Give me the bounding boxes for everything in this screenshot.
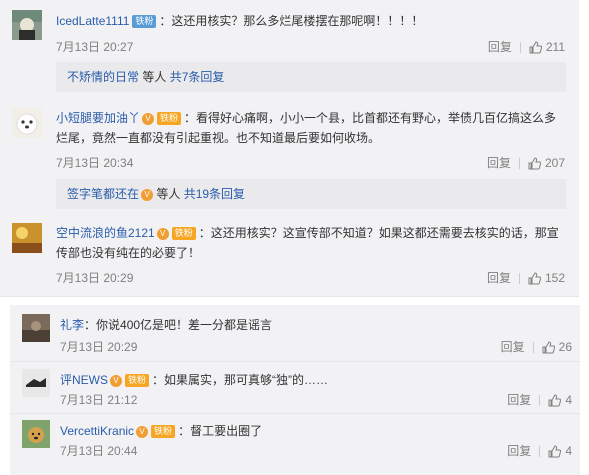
like-button[interactable]: 211 (529, 40, 565, 54)
username[interactable]: 礼李 (60, 318, 84, 332)
comment-text: ：你说400亿是吧！差一分都是谣言 (84, 318, 273, 332)
comment-header: 评NEWS V 铁粉 ：如果属实，那可真够“独”的…… (60, 371, 328, 389)
fan-badge: 铁粉 (125, 374, 150, 388)
reply-button[interactable]: 回复 (488, 40, 512, 54)
comment-item: IcedLatte1111 铁粉 ：这还用核实？那么多烂尾楼摆在那呢啊！！！！ 7月… (12, 10, 577, 55)
divider (10, 361, 580, 362)
comment-actions: 回复 26 (501, 338, 572, 355)
thumbs-up-icon (548, 445, 562, 458)
fan-badge: 铁粉 (171, 227, 196, 241)
vip-icon: V (142, 112, 155, 125)
comment-actions: 回复 4 (507, 391, 572, 408)
like-button[interactable]: 4 (548, 444, 572, 458)
reply-author[interactable]: 签字笔都还在 (67, 187, 139, 201)
comment-date: 7月13日 20:29 (56, 271, 134, 285)
thumbs-up-icon (528, 157, 541, 170)
comment-item: 空中流浪的鱼2121 V 铁粉 ：这还用核实？这宣传部不知道？如果这都还需要去核实的话… (12, 223, 577, 285)
comment-body: 小短腿要加油丫 V 铁粉 ：看得好心痛啊，小小一个县，比首都还有野心，举债几百亿搞这么… (56, 108, 566, 148)
thumbs-up-icon (529, 41, 542, 54)
avatar[interactable] (22, 420, 50, 448)
fan-badge: 铁粉 (132, 15, 157, 29)
comment-header: VercettiKranic V 铁粉 ：督工要出圈了 (60, 422, 262, 440)
reply-button[interactable]: 回复 (501, 340, 525, 354)
vip-icon: V (136, 425, 149, 438)
reply-author[interactable]: 不矫情的日常 (67, 70, 139, 84)
reply-button[interactable]: 回复 (507, 444, 531, 458)
comment-actions: 回复 211 (488, 38, 565, 55)
comment-date: 7月13日 20:27 (56, 40, 134, 54)
avatar[interactable] (12, 10, 42, 40)
comment-actions: 回复 207 (487, 154, 565, 171)
like-button[interactable]: 152 (528, 271, 565, 285)
username[interactable]: 评NEWS (60, 373, 108, 387)
fan-badge: 铁粉 (151, 425, 176, 439)
reply-summary[interactable]: 签字笔都还在 V 等人 共19条回复 (56, 179, 566, 209)
username[interactable]: 小短腿要加油丫 (56, 111, 140, 125)
reply-button[interactable]: 回复 (487, 156, 511, 170)
thumbs-up-icon (542, 341, 555, 354)
like-button[interactable]: 26 (542, 340, 572, 354)
comment-item: VercettiKranic V 铁粉 ：督工要出圈了 7月13日 20:44 回复 4 (22, 420, 572, 460)
like-count: 4 (565, 393, 572, 407)
comment-date: 7月13日 20:29 (60, 340, 138, 354)
avatar[interactable] (22, 314, 50, 342)
reply-button[interactable]: 回复 (487, 271, 511, 285)
vip-icon: V (141, 188, 154, 201)
comment-date: 7月13日 20:34 (56, 156, 134, 170)
comment-text: ：如果属实，那可真够“独”的…… (152, 373, 329, 387)
like-count: 207 (544, 156, 565, 170)
thumbs-up-icon (548, 394, 562, 407)
fan-badge: 铁粉 (157, 112, 182, 126)
username[interactable]: 空中流浪的鱼2121 (56, 226, 155, 240)
comment-actions: 回复 4 (507, 442, 572, 459)
vip-icon: V (156, 227, 169, 240)
like-count: 4 (565, 444, 572, 458)
avatar[interactable] (22, 369, 50, 397)
comment-actions: 回复 152 (487, 269, 565, 286)
comment-item: 礼李：你说400亿是吧！差一分都是谣言 7月13日 20:29 回复 26 (22, 314, 572, 354)
reply-mid: 等人 (153, 187, 184, 201)
comment-text: ：这还用核实？那么多烂尾楼摆在那呢啊！！！！ (159, 14, 424, 28)
comment-date: 7月13日 21:12 (60, 393, 138, 407)
like-count: 152 (544, 271, 565, 285)
panel-gap (0, 297, 589, 305)
vip-icon: V (110, 374, 123, 387)
reply-count[interactable]: 共19条回复 (184, 187, 245, 201)
comment-header: 礼李：你说400亿是吧！差一分都是谣言 (60, 316, 272, 334)
comment-header: IcedLatte1111 铁粉 ：这还用核实？那么多烂尾楼摆在那呢啊！！！！ (56, 12, 423, 30)
like-button[interactable]: 207 (528, 156, 565, 170)
comment-item: 小短腿要加油丫 V 铁粉 ：看得好心痛啊，小小一个县，比首都还有野心，举债几百亿搞这么… (12, 108, 577, 170)
username[interactable]: VercettiKranic (60, 424, 134, 438)
avatar[interactable] (12, 223, 42, 253)
avatar[interactable] (12, 108, 42, 138)
reply-mid: 等人 (139, 70, 170, 84)
username[interactable]: IcedLatte1111 (56, 14, 129, 28)
like-count: 26 (558, 340, 572, 354)
comment-item: 评NEWS V 铁粉 ：如果属实，那可真够“独”的…… 7月13日 21:12 回复 4 (22, 369, 572, 409)
reply-count[interactable]: 共7条回复 (170, 70, 225, 84)
reply-button[interactable]: 回复 (507, 393, 531, 407)
divider (10, 413, 580, 414)
thumbs-up-icon (528, 272, 541, 285)
comment-date: 7月13日 20:44 (60, 444, 138, 458)
like-button[interactable]: 4 (548, 393, 572, 407)
like-count: 211 (545, 40, 565, 54)
comment-body: 空中流浪的鱼2121 V 铁粉 ：这还用核实？这宣传部不知道？如果这都还需要去核实的话… (56, 223, 566, 263)
comment-text: ：督工要出圈了 (178, 424, 263, 438)
reply-summary[interactable]: 不矫情的日常 等人 共7条回复 (56, 62, 566, 92)
